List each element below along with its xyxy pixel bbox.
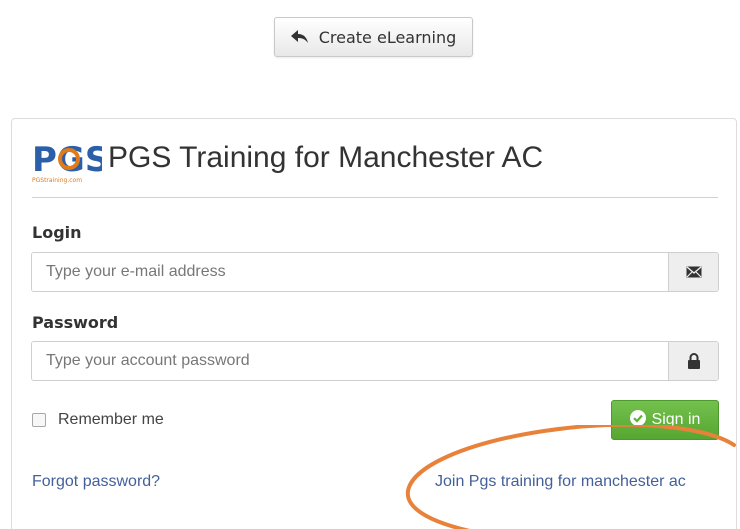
- password-label: Password: [32, 313, 119, 332]
- remember-label: Remember me: [58, 411, 164, 428]
- password-input[interactable]: [32, 342, 668, 380]
- forgot-password-link[interactable]: Forgot password?: [32, 473, 160, 491]
- join-link[interactable]: Join Pgs training for manchester ac: [435, 473, 686, 491]
- login-label: Login: [32, 223, 82, 242]
- svg-text:PGS: PGS: [32, 140, 102, 179]
- login-page: Create eLearning PGS PGStraining.com PGS…: [0, 0, 740, 529]
- remember-me[interactable]: Remember me: [32, 411, 164, 429]
- create-elearning-label: Create eLearning: [318, 27, 457, 47]
- email-input[interactable]: [32, 253, 668, 291]
- reply-arrow-icon: [290, 30, 309, 44]
- create-elearning-button[interactable]: Create eLearning: [274, 17, 473, 57]
- logo-subtext: PGStraining.com: [32, 177, 83, 184]
- password-input-group: [31, 341, 719, 381]
- login-input-group: [31, 252, 719, 292]
- remember-checkbox[interactable]: [32, 413, 46, 427]
- lock-icon: [668, 342, 718, 380]
- page-title: PGS Training for Manchester AC: [108, 141, 544, 174]
- check-circle-icon: [629, 409, 646, 431]
- pgs-logo: PGS PGStraining.com: [32, 137, 109, 187]
- login-panel: PGS PGStraining.com PGS Training for Man…: [11, 118, 737, 529]
- sign-in-label: Sign in: [651, 411, 701, 428]
- panel-header: PGS PGStraining.com PGS Training for Man…: [32, 137, 718, 198]
- sign-in-button[interactable]: Sign in: [611, 400, 719, 440]
- envelope-icon: [668, 253, 718, 291]
